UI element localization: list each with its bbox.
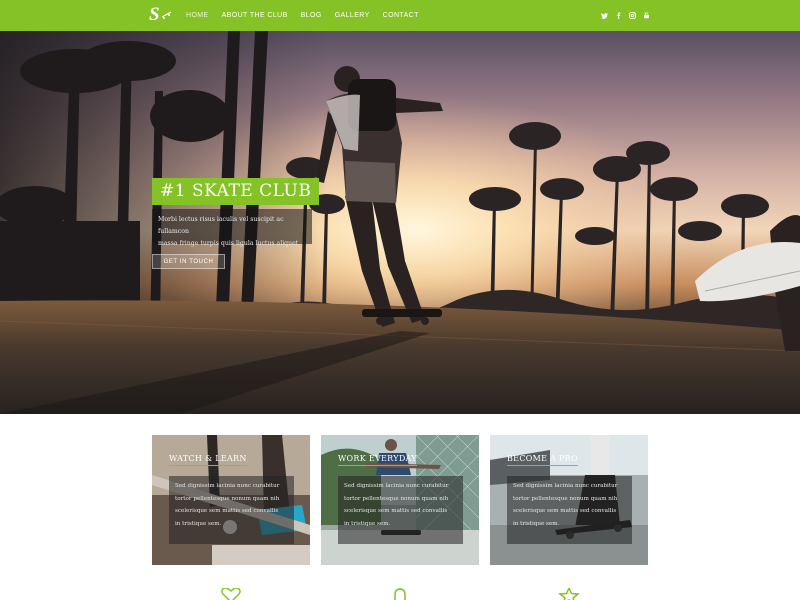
card-description: Sed dignissim lacinia nunc curabitur tor… [507,476,632,544]
hero-description: Morbi lectus risus iaculis vel suscipit … [152,209,312,247]
card-description-line: Sed dignissim lacinia nunc curabitur [175,483,280,489]
youtube-icon[interactable] [643,12,650,19]
hero-description-line: Morbi lectus risus iaculis vel suscipit … [158,216,284,235]
get-in-touch-button[interactable]: GET IN TOUCH [152,254,225,269]
nav-link-blog[interactable]: BLOG [301,12,322,19]
card-title: WORK EVERYDAY [338,454,417,466]
social-links [601,0,650,31]
card-description-line: Sed dignissim lacinia nunc curabitur [513,483,618,489]
top-navbar: S HOME ABOUT THE CLUB BLOG GALLERY CONTA… [0,0,800,31]
card-description-line: in tristique sem. [513,520,560,527]
card-description-line: tortor pellentesque nonum quam nih [344,495,449,502]
card-description: Sed dignissim lacinia nunc curabitur tor… [338,476,463,544]
hero-title: #1 SKATE CLUB [152,178,320,205]
twitter-icon[interactable] [601,12,608,19]
nav-link-gallery[interactable]: GALLERY [335,12,370,19]
nav-link-home[interactable]: HOME [186,12,209,19]
star-icon [558,588,580,600]
nav-link-contact[interactable]: CONTACT [383,12,419,19]
card-title: WATCH & LEARN [169,454,247,466]
instagram-icon[interactable] [629,12,636,19]
card-work-everyday[interactable]: WORK EVERYDAY Sed dignissim lacinia nunc… [321,435,479,565]
card-title: BECOME A PRO [507,454,578,466]
card-description-line: scelerisque sem mattis sed convallis [513,508,617,514]
hero-background-image [0,31,800,414]
card-become-pro[interactable]: BECOME A PRO Sed dignissim lacinia nunc … [490,435,648,565]
card-description: Sed dignissim lacinia nunc curabitur tor… [169,476,294,544]
hero-description-line: massa fringe turpis quis ligula luctus a… [158,240,301,247]
heart-icon [220,588,242,600]
bell-icon [389,588,411,600]
main-nav: HOME ABOUT THE CLUB BLOG GALLERY CONTACT [186,0,432,31]
card-description-line: in tristique sem. [175,520,222,527]
skate-club-logo[interactable]: S [149,5,173,25]
card-description-line: in tristique sem. [344,520,391,527]
card-description-line: scelerisque sem mattis sed convallis [344,508,448,514]
card-description-line: tortor pellentesque nonum quam nih [513,495,618,502]
nav-link-about[interactable]: ABOUT THE CLUB [222,12,288,19]
card-description-line: Sed dignissim lacinia nunc curabitur [344,483,449,489]
hero-section: #1 SKATE CLUB Morbi lectus risus iaculis… [0,31,800,414]
card-description-line: scelerisque sem mattis sed convallis [175,508,279,514]
feature-cards: WATCH & LEARN Sed dignissim lacinia nunc… [0,435,800,565]
facebook-icon[interactable] [615,12,622,19]
card-watch-learn[interactable]: WATCH & LEARN Sed dignissim lacinia nunc… [152,435,310,565]
skateboard-logo-icon [162,11,172,19]
card-description-line: tortor pellentesque nonum quam nih [175,495,280,502]
